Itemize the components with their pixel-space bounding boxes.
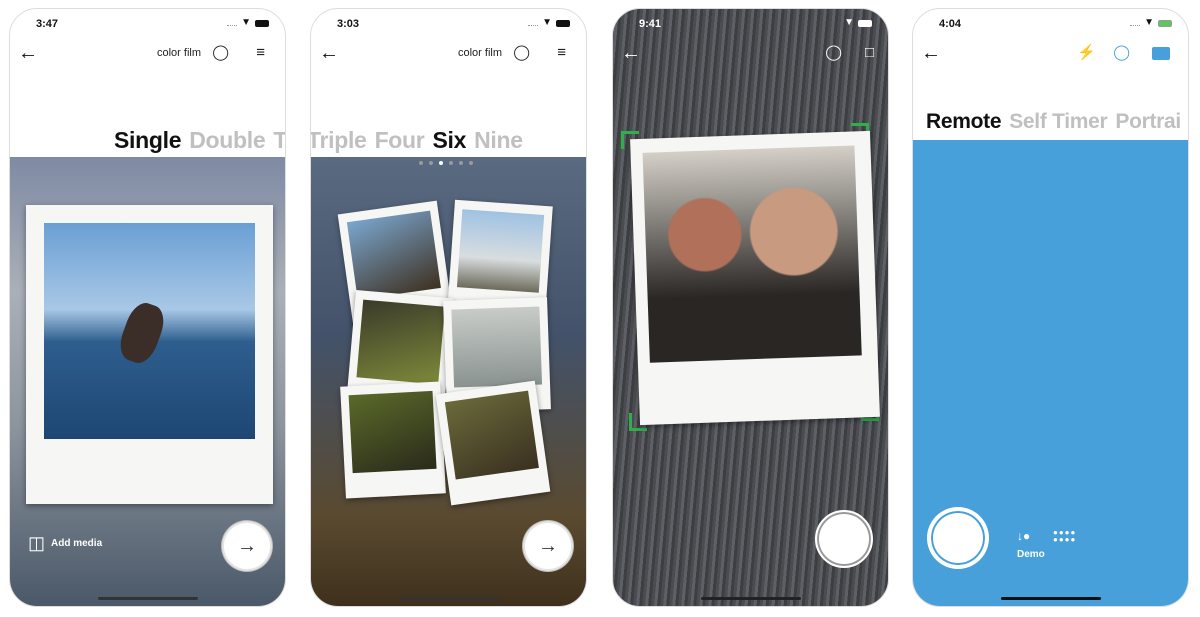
status-time: 3:47 xyxy=(36,18,59,30)
status-time: 4:04 xyxy=(939,18,962,30)
home-indicator xyxy=(1001,597,1101,600)
camera-icon[interactable] xyxy=(1152,47,1170,60)
battery-icon xyxy=(556,19,570,27)
tab-portrait[interactable]: Portrai xyxy=(1115,110,1181,133)
wifi-icon: ▼ xyxy=(844,17,854,28)
photo-diver xyxy=(44,223,255,439)
arrow-right-icon: → xyxy=(237,534,257,557)
next-button[interactable]: → xyxy=(224,523,270,569)
lightbulb-icon[interactable]: ◯ xyxy=(212,43,229,63)
tab-six[interactable]: Six xyxy=(432,127,466,153)
tab-triple[interactable]: Triple xyxy=(311,127,367,153)
home-indicator xyxy=(98,597,198,600)
status-icons: ▼ xyxy=(528,18,570,28)
tab-double[interactable]: Double xyxy=(189,127,265,153)
square-frame-icon[interactable]: □ xyxy=(865,43,874,63)
back-arrow-icon[interactable]: ← xyxy=(319,43,339,63)
photo-couple xyxy=(642,145,862,363)
tab-four[interactable]: Four xyxy=(375,127,425,153)
lightbulb-icon[interactable]: ◯ xyxy=(1113,43,1130,63)
film-type-label[interactable]: color film xyxy=(157,47,201,59)
next-button[interactable]: → xyxy=(525,523,571,569)
phone-six: 3:03 ▼ ← color film ◯ ≡ Triple Four Six Nin… xyxy=(310,8,587,607)
shutter-button[interactable] xyxy=(929,509,987,567)
film-type-label[interactable]: color film xyxy=(458,47,502,59)
back-arrow-icon[interactable]: ← xyxy=(18,43,38,63)
battery-icon xyxy=(1158,19,1172,27)
status-time: 3:03 xyxy=(337,18,360,30)
battery-icon xyxy=(255,19,269,27)
demo-icon: ↓● xyxy=(1017,529,1031,543)
sliders-icon[interactable]: ≡ xyxy=(557,43,566,63)
phone-scan: 9:41 ▼ ← ◯ □ xyxy=(612,8,889,607)
polaroid-5 xyxy=(340,381,446,499)
layout-tabs: Single Double T xyxy=(114,127,285,154)
grid-dots-icon[interactable]: ●●●● ●●●● xyxy=(1053,529,1076,544)
tab-triple[interactable]: T xyxy=(273,127,285,153)
polaroid-6 xyxy=(435,380,551,506)
status-time: 9:41 xyxy=(639,18,662,30)
wifi-icon: ▼ xyxy=(241,17,251,28)
polaroid-photo xyxy=(630,130,880,426)
status-icons: ▼ xyxy=(844,18,872,28)
sliders-icon[interactable]: ≡ xyxy=(256,43,265,63)
back-arrow-icon[interactable]: ← xyxy=(621,43,641,63)
flash-icon[interactable]: ⚡ xyxy=(1077,43,1096,63)
mode-tabs: Remote Self Timer Portrai xyxy=(926,110,1188,134)
home-indicator xyxy=(701,597,801,600)
arrow-right-icon: → xyxy=(538,534,558,557)
wifi-icon: ▼ xyxy=(542,17,552,28)
battery-icon xyxy=(858,19,872,27)
shutter-button[interactable] xyxy=(815,510,873,568)
page-dots xyxy=(419,161,473,165)
tab-nine[interactable]: Nine xyxy=(474,127,523,153)
add-media-button[interactable]: ◫ Add media xyxy=(28,533,102,554)
back-arrow-icon[interactable]: ← xyxy=(921,43,941,63)
demo-button[interactable]: ↓● Demo xyxy=(1017,529,1045,560)
tab-remote[interactable]: Remote xyxy=(926,110,1002,133)
status-icons: ▼ xyxy=(1130,18,1172,28)
add-media-icon: ◫ xyxy=(28,533,46,553)
wifi-icon: ▼ xyxy=(1144,17,1154,28)
tab-single[interactable]: Single xyxy=(114,127,182,153)
layout-tabs: Triple Four Six Nine xyxy=(311,127,531,154)
status-icons: ▼ xyxy=(227,18,269,28)
lightbulb-icon[interactable]: ◯ xyxy=(825,43,842,63)
home-indicator xyxy=(399,597,499,600)
phone-remote: 4:04 ▼ ← ⚡ ◯ Remote Self Timer Portrai ↓● … xyxy=(912,8,1189,607)
phone-single: 3:47 ▼ ← color film ◯ ≡ Single Double T ◫ … xyxy=(9,8,286,607)
lightbulb-icon[interactable]: ◯ xyxy=(513,43,530,63)
polaroid-frame xyxy=(26,205,273,504)
tab-self-timer[interactable]: Self Timer xyxy=(1009,110,1107,133)
